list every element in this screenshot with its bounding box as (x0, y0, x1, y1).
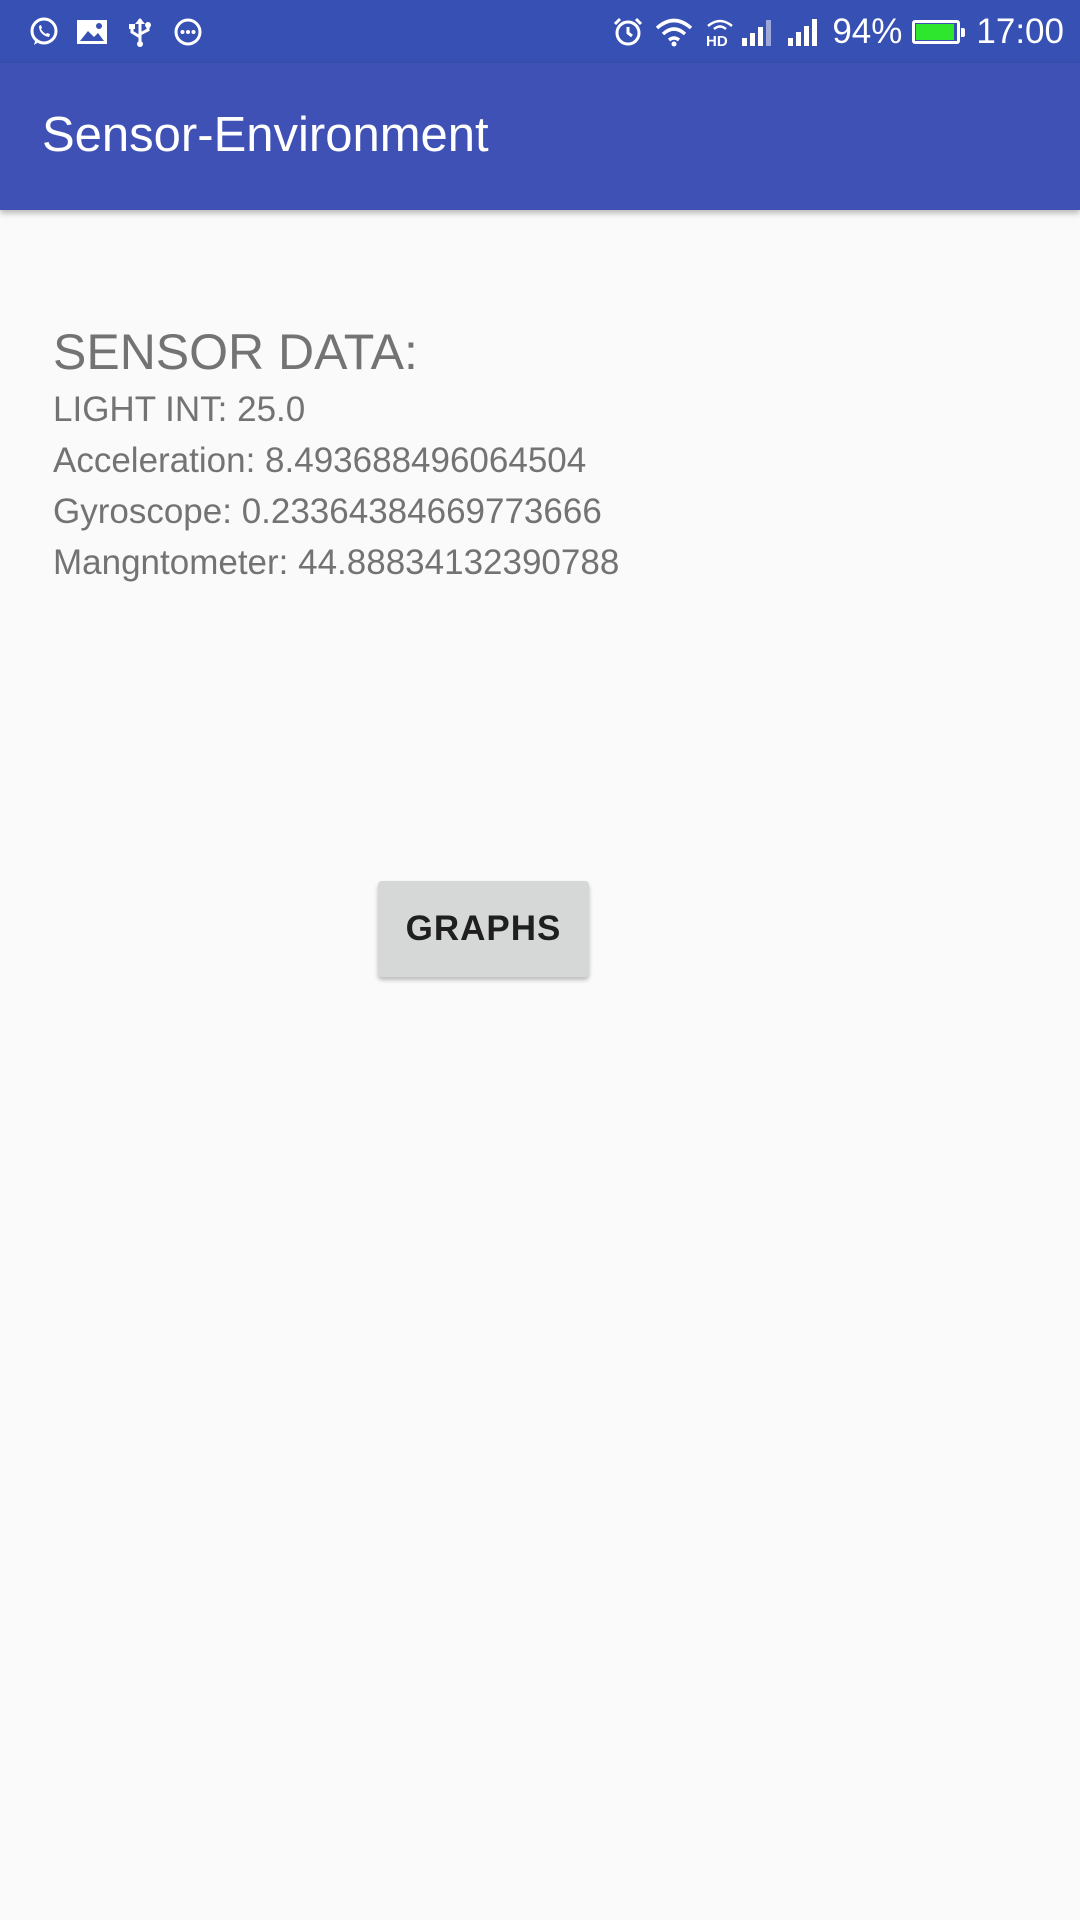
battery-icon (912, 19, 966, 44)
acceleration-reading: Acceleration: 8.493688496064504 (53, 441, 587, 480)
battery-percentage: 94% (832, 12, 903, 51)
image-icon (76, 16, 108, 48)
message-icon (172, 16, 204, 48)
status-bar: HD 94% 17:00 (0, 0, 1080, 63)
alarm-icon (612, 16, 644, 48)
system-status: HD 94% 17:00 (612, 0, 1064, 63)
whatsapp-icon (28, 16, 60, 48)
usb-icon (124, 16, 156, 48)
signal-icon (786, 16, 822, 48)
sensor-data-heading: SENSOR DATA: (53, 324, 418, 380)
app-bar: Sensor-Environment (0, 63, 1080, 210)
notification-icons (28, 0, 204, 63)
sensor-data-panel: SENSOR DATA: LIGHT INT: 25.0 Acceleratio… (53, 322, 619, 588)
wifi-icon (654, 16, 694, 48)
svg-text:HD: HD (706, 33, 728, 48)
battery-level (916, 23, 954, 40)
magnetometer-reading: Mangntometer: 44.88834132390788 (53, 543, 620, 582)
app-title: Sensor-Environment (42, 108, 489, 162)
light-intensity-reading: LIGHT INT: 25.0 (53, 390, 306, 429)
hd-signal-icon: HD (704, 16, 776, 48)
status-time: 17:00 (976, 12, 1064, 51)
gyroscope-reading: Gyroscope: 0.23364384669773666 (53, 492, 602, 531)
graphs-button[interactable]: GRAPHS (378, 881, 589, 977)
